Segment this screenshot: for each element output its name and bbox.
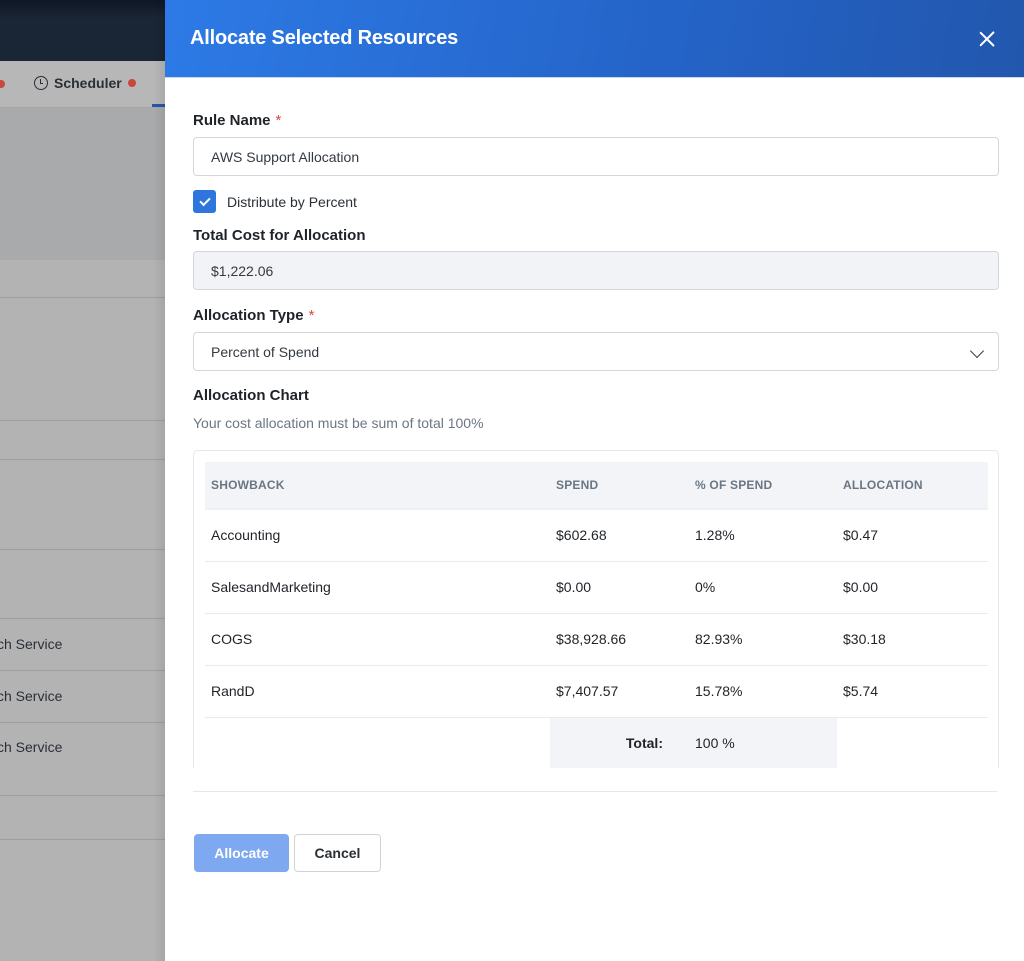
total-row: Total: 100 % bbox=[205, 717, 988, 768]
checkmark-icon bbox=[198, 194, 211, 206]
required-mark: * bbox=[308, 307, 315, 324]
allocation-type-label: Allocation Type * bbox=[193, 307, 314, 324]
divider bbox=[0, 839, 165, 840]
total-cost-label: Total Cost for Allocation bbox=[193, 227, 366, 244]
rule-name-label: Rule Name * bbox=[193, 112, 281, 129]
cancel-button[interactable]: Cancel bbox=[294, 834, 381, 872]
allocation-table: SHOWBACK SPEND % OF SPEND ALLOCATION Acc… bbox=[205, 462, 988, 768]
background-row-text: ch Service bbox=[0, 739, 63, 755]
rule-name-input[interactable]: AWS Support Allocation bbox=[193, 137, 999, 176]
required-mark: * bbox=[275, 112, 282, 129]
divider bbox=[0, 795, 165, 796]
distribute-by-percent-row[interactable]: Distribute by Percent bbox=[193, 190, 357, 213]
cell-spend: $0.00 bbox=[550, 561, 689, 614]
background-panel bbox=[0, 108, 165, 260]
drawer-shadow bbox=[153, 0, 165, 961]
background-row-text: ch Service bbox=[0, 636, 63, 652]
total-cost-field: $1,222.06 bbox=[193, 251, 999, 290]
cell-showback: COGS bbox=[205, 613, 550, 666]
distribute-by-percent-checkbox[interactable] bbox=[193, 190, 216, 213]
divider bbox=[0, 618, 165, 619]
allocation-type-label-text: Allocation Type bbox=[193, 307, 304, 324]
total-value: 100 % bbox=[689, 717, 837, 768]
app-tab-bar: Scheduler bbox=[0, 61, 165, 108]
allocation-chart-helper: Your cost allocation must be sum of tota… bbox=[193, 415, 484, 431]
total-cost-label-text: Total Cost for Allocation bbox=[193, 227, 366, 244]
allocation-chart-title: Allocation Chart bbox=[193, 387, 309, 404]
allocation-chart-title-text: Allocation Chart bbox=[193, 387, 309, 404]
tab-scheduler[interactable]: Scheduler bbox=[34, 75, 136, 91]
cell-percent: 82.93% bbox=[689, 613, 837, 666]
tab-scheduler-label: Scheduler bbox=[54, 75, 122, 91]
table-row: Accounting $602.68 1.28% $0.47 bbox=[205, 509, 988, 562]
cell-percent: 15.78% bbox=[689, 665, 837, 718]
column-header-showback: SHOWBACK bbox=[205, 462, 550, 510]
column-header-allocation: ALLOCATION bbox=[837, 462, 988, 510]
cell-showback: Accounting bbox=[205, 509, 550, 562]
allocation-table-card: SHOWBACK SPEND % OF SPEND ALLOCATION Acc… bbox=[193, 450, 999, 768]
cell-allocation: $0.47 bbox=[837, 509, 988, 562]
divider bbox=[0, 722, 165, 723]
rule-name-label-text: Rule Name bbox=[193, 112, 271, 129]
status-dot bbox=[0, 80, 5, 88]
cell-allocation: $30.18 bbox=[837, 613, 988, 666]
divider bbox=[0, 459, 165, 460]
drawer-header: Allocate Selected Resources bbox=[165, 0, 1024, 78]
footer-actions: Allocate Cancel bbox=[194, 834, 381, 872]
allocation-type-select[interactable]: Percent of Spend bbox=[193, 332, 999, 371]
background-app: Scheduler ch Service ch Service ch Servi… bbox=[0, 0, 165, 961]
footer-divider bbox=[193, 791, 997, 792]
cell-spend: $7,407.57 bbox=[550, 665, 689, 718]
divider bbox=[0, 670, 165, 671]
divider bbox=[0, 420, 165, 421]
column-header-percent: % OF SPEND bbox=[689, 462, 837, 510]
cell-showback: SalesandMarketing bbox=[205, 561, 550, 614]
clock-icon bbox=[34, 76, 48, 90]
allocation-type-value: Percent of Spend bbox=[211, 343, 320, 360]
cell-spend: $38,928.66 bbox=[550, 613, 689, 666]
column-header-spend: SPEND bbox=[550, 462, 689, 510]
cell-allocation: $0.00 bbox=[837, 561, 988, 614]
total-empty-cell bbox=[837, 717, 988, 768]
chevron-down-icon bbox=[969, 343, 985, 359]
cell-percent: 1.28% bbox=[689, 509, 837, 562]
total-label: Total: bbox=[550, 717, 689, 768]
table-row: SalesandMarketing $0.00 0% $0.00 bbox=[205, 561, 988, 614]
table-row: COGS $38,928.66 82.93% $30.18 bbox=[205, 613, 988, 666]
divider bbox=[0, 297, 165, 298]
table-header-row: SHOWBACK SPEND % OF SPEND ALLOCATION bbox=[205, 462, 988, 510]
divider bbox=[0, 549, 165, 550]
cell-percent: 0% bbox=[689, 561, 837, 614]
allocate-drawer: Allocate Selected Resources Rule Name * … bbox=[165, 0, 1024, 961]
allocate-button[interactable]: Allocate bbox=[194, 834, 289, 872]
drawer-title: Allocate Selected Resources bbox=[190, 27, 459, 49]
cell-spend: $602.68 bbox=[550, 509, 689, 562]
background-row-text: ch Service bbox=[0, 688, 63, 704]
app-top-bar bbox=[0, 0, 165, 61]
cell-allocation: $5.74 bbox=[837, 665, 988, 718]
table-row: RandD $7,407.57 15.78% $5.74 bbox=[205, 665, 988, 718]
total-empty-cell bbox=[205, 717, 550, 768]
status-dot bbox=[127, 79, 136, 87]
close-icon[interactable] bbox=[975, 27, 999, 51]
cell-showback: RandD bbox=[205, 665, 550, 718]
distribute-by-percent-label: Distribute by Percent bbox=[227, 193, 357, 210]
